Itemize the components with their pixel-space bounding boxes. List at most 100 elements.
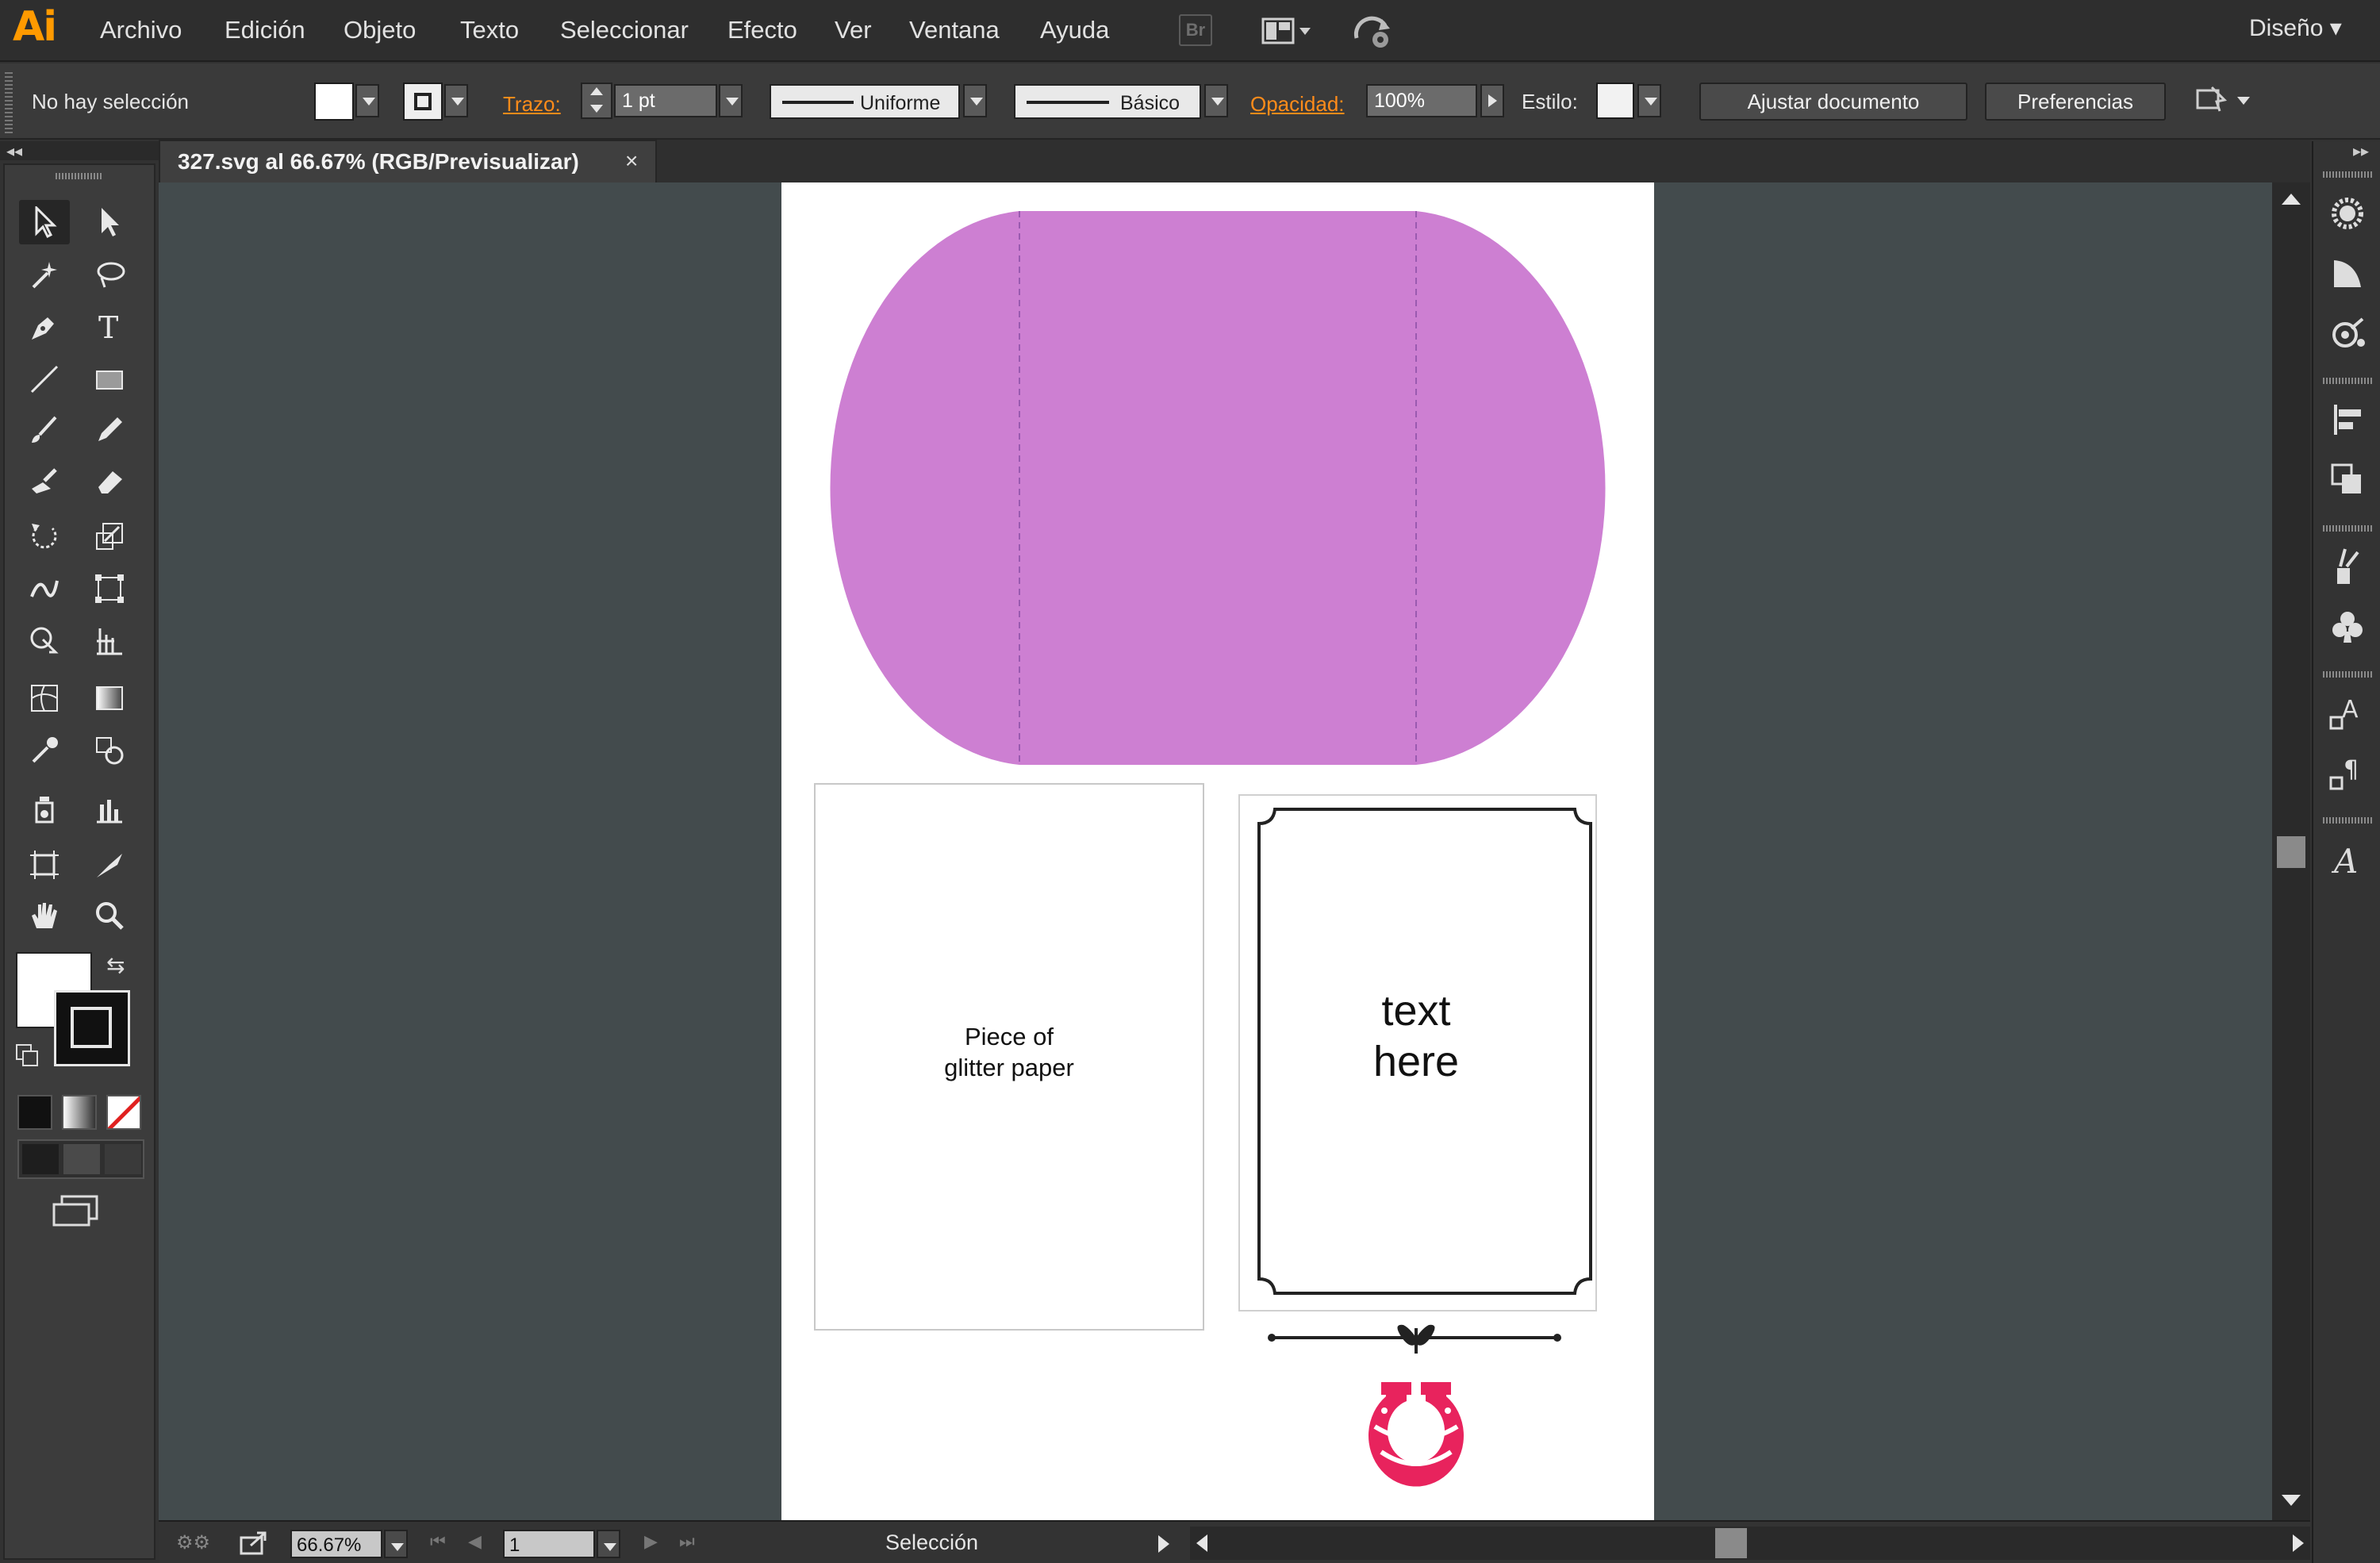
canvas-area[interactable]: Piece of glitter paper text here [159, 182, 2272, 1520]
toolbar-header[interactable]: ◂◂ [0, 141, 159, 160]
panel-grip[interactable] [5, 70, 13, 133]
type-tool[interactable]: T [84, 305, 135, 349]
expand-panels-icon[interactable]: ▸▸ [2353, 141, 2369, 161]
zoom-level-input[interactable]: 66.67% [290, 1530, 382, 1558]
next-artboard-icon[interactable]: ▶ [644, 1531, 658, 1552]
rotate-tool[interactable] [19, 514, 70, 559]
stroke-color-proxy[interactable] [54, 990, 130, 1066]
horizontal-scroll-thumb[interactable] [1715, 1528, 1747, 1558]
symbols-panel-button[interactable] [2324, 311, 2370, 357]
bridge-button[interactable]: Br [1179, 14, 1212, 46]
flourish-divider[interactable] [1268, 1324, 1561, 1354]
stroke-weight-dropdown[interactable] [719, 84, 743, 117]
draw-behind-button[interactable] [63, 1144, 100, 1174]
line-tool[interactable] [19, 357, 70, 401]
shape-builder-tool[interactable] [19, 619, 70, 663]
pathfinder-panel-button[interactable] [2324, 457, 2370, 503]
eraser-tool[interactable] [84, 459, 135, 503]
align-panel-button[interactable] [2324, 397, 2370, 443]
prev-artboard-icon[interactable]: ◀ [468, 1531, 482, 1552]
scroll-left-arrow-icon[interactable] [1196, 1534, 1207, 1552]
menu-ver[interactable]: Ver [835, 16, 872, 44]
menu-efecto[interactable]: Efecto [727, 16, 797, 44]
graphic-style-dropdown[interactable] [1637, 84, 1661, 117]
column-graph-tool[interactable] [84, 787, 135, 831]
menu-seleccionar[interactable]: Seleccionar [560, 16, 689, 44]
selection-tool[interactable] [19, 200, 70, 244]
stroke-dropdown[interactable] [444, 84, 468, 117]
dock-grip-5[interactable] [2323, 817, 2372, 824]
collapse-arrows-icon[interactable]: ◂◂ [6, 141, 22, 161]
sync-settings-button[interactable] [1350, 11, 1399, 52]
artboard-tool[interactable] [19, 843, 70, 887]
default-fill-stroke-icon[interactable] [16, 1044, 40, 1068]
scroll-up-arrow-icon[interactable] [2282, 194, 2301, 205]
vertical-scroll-thumb[interactable] [2277, 836, 2305, 868]
control-panel-menu[interactable] [2193, 81, 2256, 121]
brush-dropdown[interactable] [1204, 84, 1228, 117]
stroke-link[interactable]: Trazo: [503, 92, 561, 117]
opacity-slider-button[interactable] [1480, 84, 1504, 117]
stroke-weight-stepper[interactable] [581, 83, 612, 119]
close-tab-icon[interactable]: × [625, 148, 638, 174]
perspective-grid-tool[interactable] [84, 619, 135, 663]
dock-grip-4[interactable] [2323, 671, 2372, 678]
artboard-number-input[interactable]: 1 [503, 1530, 595, 1558]
vertical-scrollbar[interactable] [2272, 182, 2310, 1520]
fit-document-button[interactable]: Ajustar documento [1699, 83, 1967, 121]
document-tab[interactable]: 327.svg al 66.67% (RGB/Previsualizar) × [159, 140, 657, 182]
blob-brush-tool[interactable] [19, 459, 70, 503]
glyphs-panel-button[interactable]: A [2324, 836, 2370, 882]
paragraph-panel-button[interactable]: ¶ [2324, 751, 2370, 797]
swap-fill-stroke-icon[interactable]: ⇆ [106, 952, 125, 978]
color-guide-button[interactable] [2324, 251, 2370, 297]
magic-wand-tool[interactable] [19, 252, 70, 297]
menu-ayuda[interactable]: Ayuda [1040, 16, 1109, 44]
brushes-panel-button[interactable] [2324, 544, 2370, 590]
draw-normal-button[interactable] [22, 1144, 59, 1174]
brush-definition[interactable]: Básico [1014, 84, 1201, 119]
pencil-tool[interactable] [84, 408, 135, 452]
arrange-documents-button[interactable] [1261, 16, 1314, 46]
width-tool[interactable] [19, 566, 70, 611]
screen-mode-button[interactable] [51, 1193, 102, 1228]
blend-tool[interactable] [84, 728, 135, 773]
hand-tool[interactable] [19, 893, 70, 938]
gpu-preview-icon[interactable]: ⚙⚙ [176, 1531, 213, 1555]
symbols-library-button[interactable] [2324, 605, 2370, 651]
scale-tool[interactable] [84, 514, 135, 559]
graphic-style-swatch[interactable] [1596, 83, 1634, 119]
variable-width-dropdown[interactable] [963, 84, 987, 117]
gradient-mode-button[interactable] [62, 1095, 97, 1130]
artboard[interactable]: Piece of glitter paper text here [781, 182, 1654, 1520]
fill-dropdown[interactable] [355, 84, 379, 117]
lasso-tool[interactable] [84, 252, 135, 297]
menu-archivo[interactable]: Archivo [100, 16, 182, 44]
free-transform-tool[interactable] [84, 566, 135, 611]
dock-grip-2[interactable] [2323, 378, 2372, 384]
artboard-dropdown[interactable] [597, 1530, 620, 1558]
gradient-tool[interactable] [84, 676, 135, 720]
fill-swatch[interactable] [314, 83, 354, 121]
pen-tool[interactable] [19, 305, 70, 349]
character-panel-button[interactable]: A [2324, 690, 2370, 736]
eyedropper-tool[interactable] [19, 728, 70, 773]
dock-grip-3[interactable] [2323, 525, 2372, 532]
direct-selection-tool[interactable] [84, 200, 135, 244]
scroll-right-arrow-icon[interactable] [2293, 1534, 2304, 1552]
color-mode-button[interactable] [17, 1095, 52, 1130]
dock-grip-1[interactable] [2323, 171, 2372, 178]
paintbrush-tool[interactable] [19, 408, 70, 452]
none-mode-button[interactable] [106, 1095, 141, 1130]
menu-edicion[interactable]: Edición [225, 16, 305, 44]
workspace-switcher[interactable]: Diseño ▾ [2249, 14, 2342, 42]
menu-texto[interactable]: Texto [460, 16, 519, 44]
horizontal-scrollbar[interactable] [1190, 1527, 2310, 1560]
zoom-dropdown[interactable] [384, 1530, 408, 1558]
opacity-input[interactable]: 100% [1366, 84, 1477, 117]
menu-objeto[interactable]: Objeto [344, 16, 416, 44]
zoom-tool[interactable] [84, 893, 135, 938]
rectangle-tool[interactable] [84, 357, 135, 401]
envelope-shape[interactable] [830, 211, 1606, 765]
mesh-tool[interactable] [19, 676, 70, 720]
